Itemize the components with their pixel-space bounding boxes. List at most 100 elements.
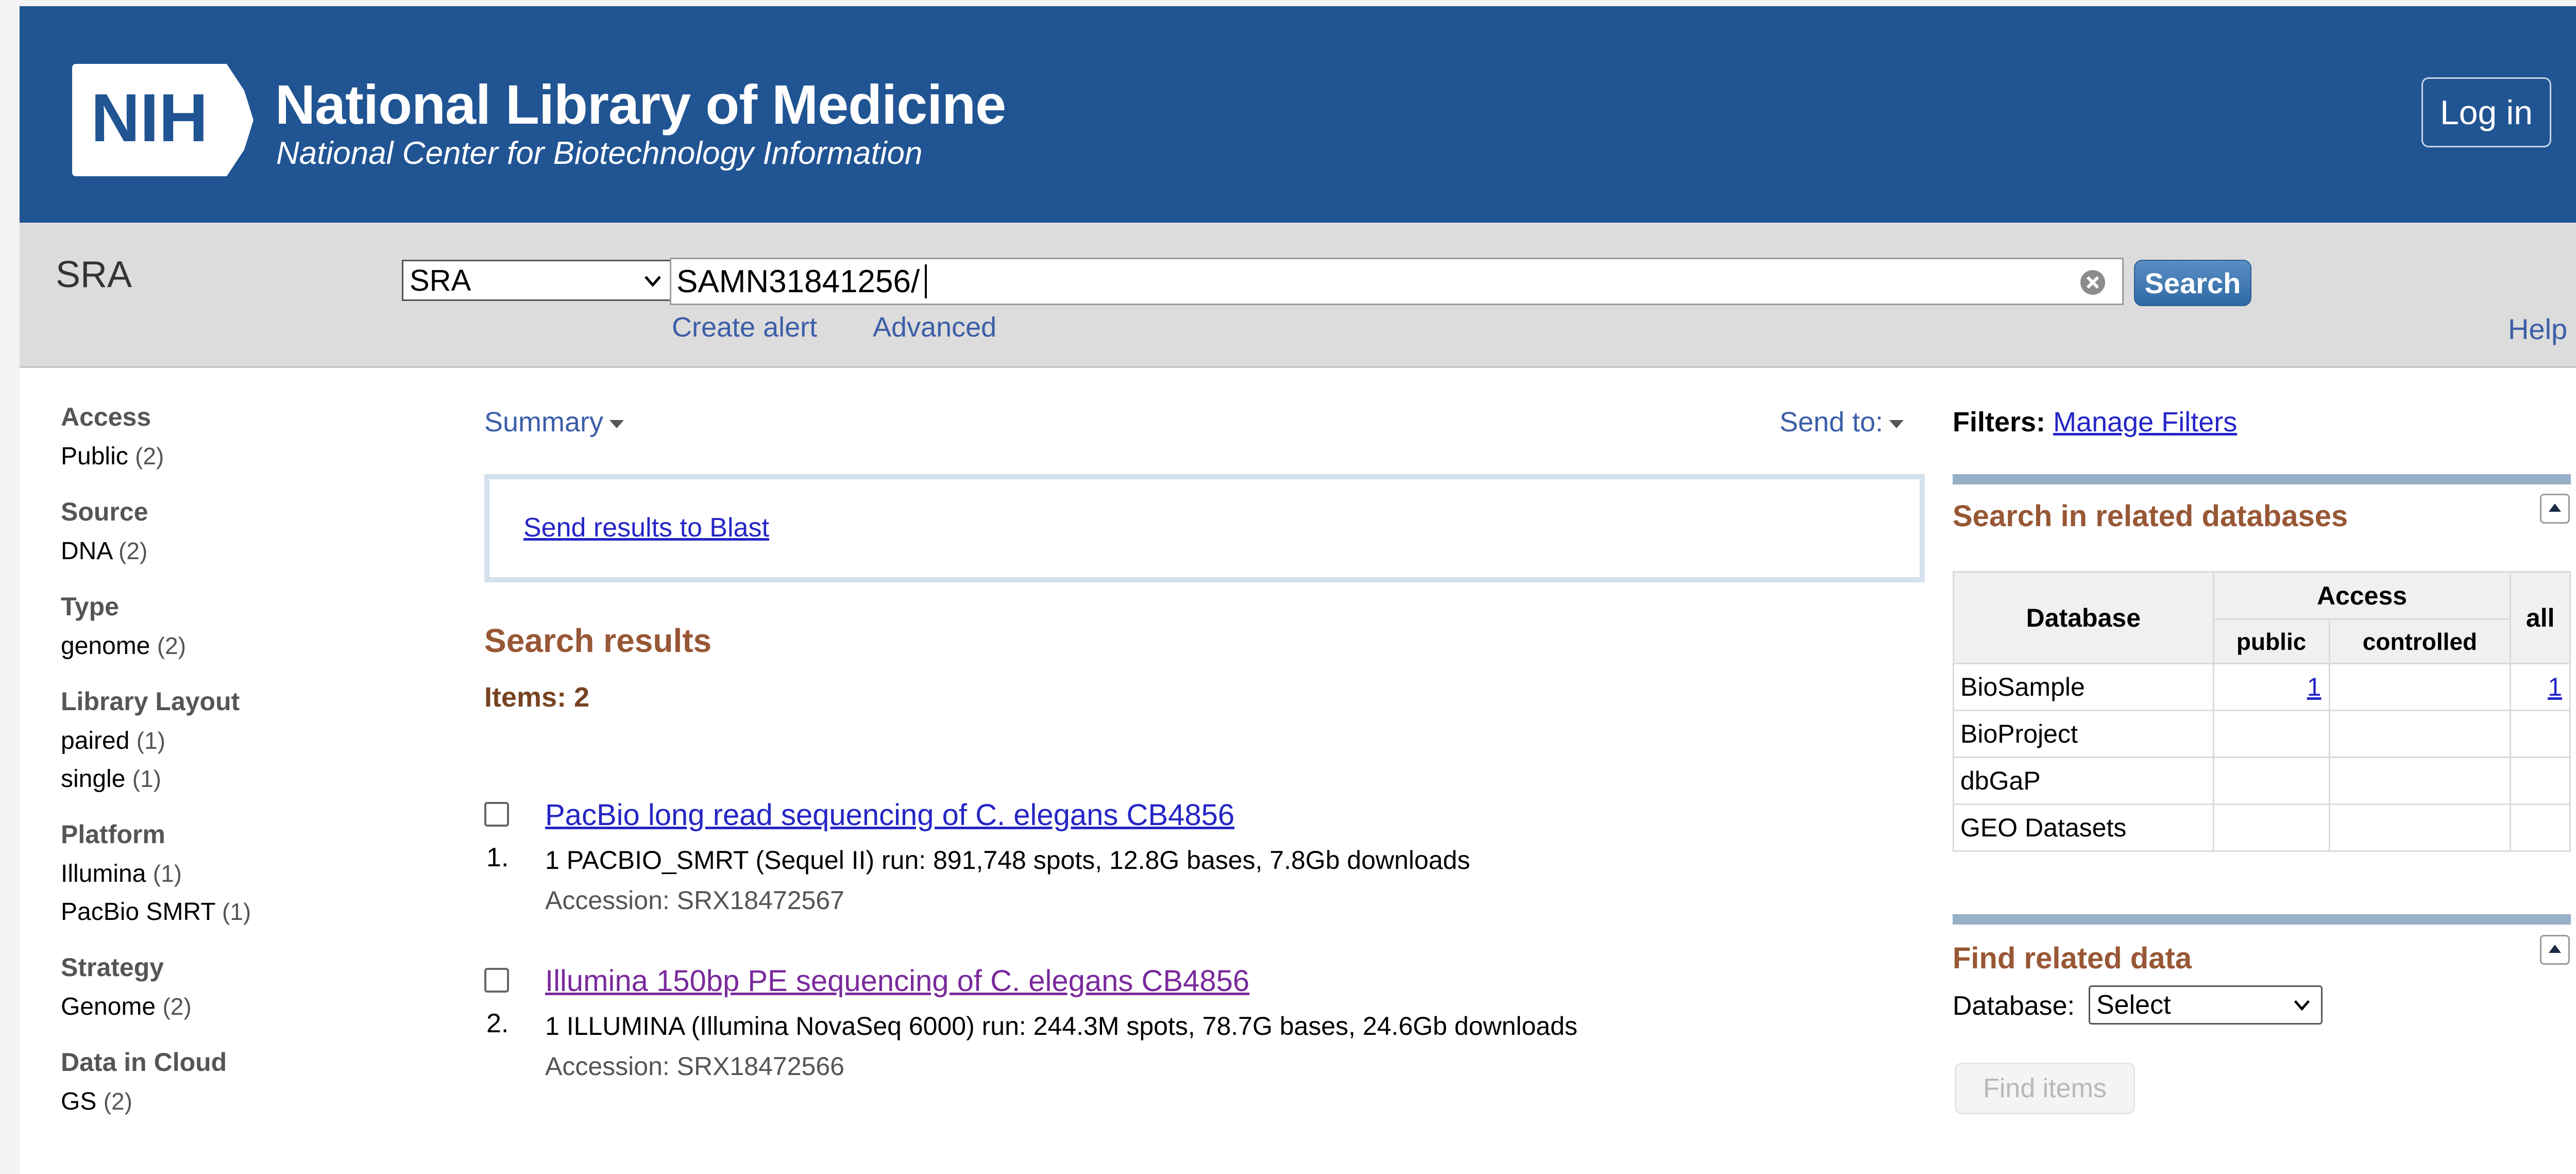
search-query: SAMN31841256/ — [676, 263, 920, 299]
facet-item-label: Genome — [61, 993, 156, 1020]
filters-label: Filters: — [1953, 407, 2046, 438]
facet-item-label: DNA — [61, 538, 112, 565]
collapse-up-icon — [2549, 945, 2561, 953]
related-db-table: Database Access all public controlled Bi… — [1953, 571, 2571, 852]
facet-title: Source — [61, 497, 148, 526]
text-caret — [925, 264, 927, 298]
send-to-label: Send to: — [1780, 407, 1884, 438]
facet-item-count: (2) — [135, 443, 164, 469]
all-count-cell — [2510, 803, 2571, 852]
facet-item-public[interactable]: Public (2) — [61, 437, 421, 475]
result-description: 1 ILLUMINA (Illumina NovaSeq 6000) run: … — [545, 1012, 1578, 1041]
summary-format-menu[interactable]: Summary — [484, 406, 624, 438]
col-header-access: Access — [2212, 571, 2512, 620]
help-link[interactable]: Help — [2508, 312, 2567, 346]
facet-title: Library Layout — [61, 687, 240, 716]
facet-item-count: (1) — [132, 765, 161, 792]
col-header-database: Database — [1953, 571, 2214, 664]
table-row: dbGaP — [1953, 757, 2571, 805]
search-bar: SRA SRA SAMN31841256/ Search Create aler… — [20, 223, 2576, 368]
facet-item-gs[interactable]: GS (2) — [61, 1082, 421, 1120]
filters-bar: Filters: Manage Filters — [1953, 406, 2237, 438]
facet-item-count: (2) — [103, 1088, 132, 1115]
site-title[interactable]: National Library of Medicine — [275, 72, 1006, 137]
find-related-title: Find related data — [1953, 942, 2192, 975]
dropdown-triangle-icon — [1889, 420, 1904, 428]
db-name: BioProject — [1953, 710, 2214, 758]
facet-item-label: genome — [61, 632, 150, 660]
facet-strategy: Strategy Genome (2) — [61, 952, 421, 1026]
facet-item-dna[interactable]: DNA (2) — [61, 532, 421, 570]
result-number: 2. — [486, 1009, 509, 1038]
controlled-count-cell — [2328, 710, 2512, 758]
collapse-find-related-button[interactable] — [2540, 935, 2570, 965]
database-field-label: Database: — [1953, 991, 2075, 1021]
facet-item-paired[interactable]: paired (1) — [61, 722, 421, 760]
db-name: GEO Datasets — [1953, 803, 2214, 852]
advanced-link[interactable]: Advanced — [873, 311, 996, 343]
result-accession: Accession: SRX18472567 — [545, 886, 844, 915]
manage-filters-link[interactable]: Manage Filters — [2053, 407, 2237, 438]
related-database-value: Select — [2096, 990, 2171, 1020]
left-gutter — [0, 0, 20, 1174]
top-strip — [0, 0, 2576, 6]
all-count-cell — [2510, 757, 2571, 805]
facet-item-count: (2) — [118, 538, 148, 564]
database-select[interactable]: SRA — [402, 260, 675, 301]
facet-source: Source DNA (2) — [61, 497, 421, 570]
chevron-down-icon — [2294, 1000, 2310, 1011]
public-count-link[interactable]: 1 — [2307, 673, 2321, 701]
related-db-title: Search in related databases — [1953, 499, 2348, 533]
database-label[interactable]: SRA — [56, 254, 132, 296]
send-to-menu[interactable]: Send to: — [1780, 406, 1904, 438]
facet-item-label: Illumina — [61, 860, 146, 887]
page: NIH National Library of Medicine Nationa… — [0, 0, 2576, 1174]
facet-item-single[interactable]: single (1) — [61, 760, 421, 798]
public-count-cell — [2212, 803, 2330, 852]
clear-icon[interactable] — [2079, 269, 2107, 296]
site-subtitle[interactable]: National Center for Biotechnology Inform… — [276, 135, 922, 172]
site-header: NIH National Library of Medicine Nationa… — [20, 6, 2576, 223]
facet-item-pacbio-smrt[interactable]: PacBio SMRT (1) — [61, 893, 421, 931]
items-count: Items: 2 — [484, 682, 590, 713]
collapse-related-button[interactable] — [2540, 494, 2570, 524]
login-button[interactable]: Log in — [2421, 77, 2551, 147]
facet-access: Access Public (2) — [61, 402, 421, 475]
controlled-count-cell — [2328, 757, 2512, 805]
all-count-cell — [2510, 710, 2571, 758]
find-related-bar — [1953, 914, 2571, 925]
facet-item-count: (1) — [222, 898, 251, 925]
search-input[interactable]: SAMN31841256/ — [670, 258, 2124, 305]
table-row: GEO Datasets — [1953, 803, 2571, 852]
facet-item-genome-strategy[interactable]: Genome (2) — [61, 987, 421, 1026]
public-count-cell — [2212, 757, 2330, 805]
search-button[interactable]: Search — [2134, 260, 2251, 306]
facet-item-illumina[interactable]: Illumina (1) — [61, 854, 421, 893]
result-title-link[interactable]: Illumina 150bp PE sequencing of C. elega… — [545, 964, 1249, 998]
send-to-blast-link[interactable]: Send results to Blast — [523, 512, 769, 543]
col-header-public: public — [2212, 618, 2330, 664]
facet-type: Type genome (2) — [61, 592, 421, 665]
create-alert-link[interactable]: Create alert — [672, 311, 817, 343]
summary-label: Summary — [484, 407, 604, 438]
col-header-controlled: controlled — [2328, 618, 2512, 664]
all-count-link[interactable]: 1 — [2548, 673, 2562, 701]
table-row: BioSample 1 1 — [1953, 663, 2571, 711]
result-number: 1. — [486, 843, 509, 873]
related-database-select[interactable]: Select — [2089, 985, 2323, 1025]
result-checkbox[interactable] — [484, 968, 509, 993]
facet-title: Type — [61, 592, 119, 621]
nih-logo-icon[interactable]: NIH — [72, 64, 264, 176]
public-count-cell: 1 — [2212, 663, 2330, 711]
facet-item-count: (2) — [157, 632, 187, 659]
logo-text: NIH — [91, 80, 208, 156]
facet-library-layout: Library Layout paired (1) single (1) — [61, 686, 421, 798]
facet-title: Access — [61, 402, 151, 431]
facet-item-genome[interactable]: genome (2) — [61, 627, 421, 665]
blast-box: Send results to Blast — [484, 474, 1925, 582]
find-items-button[interactable]: Find items — [1955, 1063, 2135, 1114]
dropdown-triangle-icon — [609, 420, 624, 428]
result-title-link[interactable]: PacBio long read sequencing of C. elegan… — [545, 798, 1234, 832]
result-checkbox[interactable] — [484, 802, 509, 827]
col-header-all: all — [2510, 571, 2571, 664]
